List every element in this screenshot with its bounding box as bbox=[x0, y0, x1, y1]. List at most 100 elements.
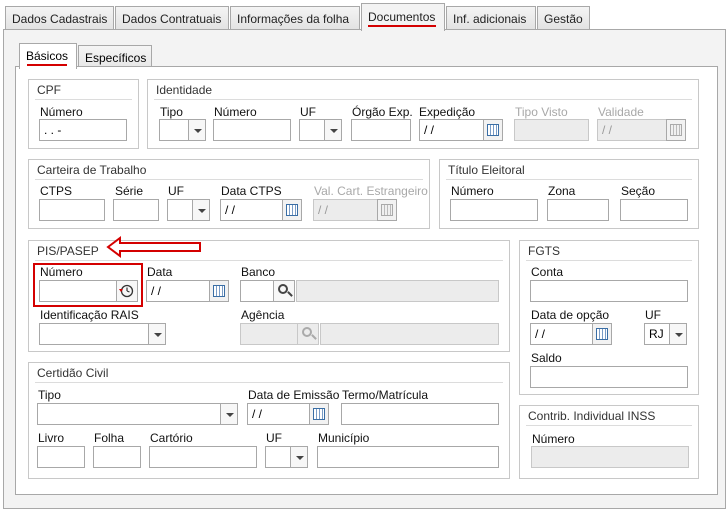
data-ctps-input[interactable]: / / bbox=[220, 199, 283, 221]
tab-inf-adicionais[interactable]: Inf. adicionais bbox=[446, 6, 536, 30]
rais-label: Identificação RAIS bbox=[40, 308, 139, 322]
cpf-numero-input[interactable]: . . - bbox=[39, 119, 127, 141]
identidade-uf-label: UF bbox=[300, 105, 316, 119]
chevron-down-icon[interactable] bbox=[188, 119, 206, 141]
identidade-expedicao-input[interactable]: / / bbox=[419, 119, 484, 141]
fgts-data-opcao-label: Data de opção bbox=[531, 308, 610, 322]
fgts-saldo-label: Saldo bbox=[531, 351, 562, 365]
divider bbox=[35, 179, 423, 180]
calendar-icon[interactable] bbox=[483, 119, 503, 141]
certidao-livro-label: Livro bbox=[38, 431, 65, 445]
chevron-down-icon[interactable] bbox=[220, 403, 238, 425]
certidao-municipio-input[interactable] bbox=[317, 446, 499, 468]
search-icon[interactable] bbox=[297, 323, 319, 345]
divider bbox=[35, 382, 503, 383]
identidade-tipo-visto-input[interactable] bbox=[514, 119, 589, 141]
identidade-validade-input[interactable]: / / bbox=[597, 119, 667, 141]
chevron-down-icon[interactable] bbox=[192, 199, 210, 221]
identidade-tipo-label: Tipo bbox=[160, 105, 183, 119]
group-title: PIS/PASEP bbox=[37, 244, 99, 258]
certidao-termo-input[interactable] bbox=[341, 403, 499, 425]
divider bbox=[35, 99, 132, 100]
group-title: FGTS bbox=[528, 244, 560, 258]
pis-agencia-description bbox=[320, 323, 499, 345]
identidade-numero-label: Número bbox=[214, 105, 257, 119]
tab-label: Dados Contratuais bbox=[122, 12, 222, 26]
certidao-cartorio-label: Cartório bbox=[150, 431, 193, 445]
tab-label: Inf. adicionais bbox=[453, 12, 527, 26]
pis-data-label: Data bbox=[147, 265, 173, 279]
chevron-down-icon[interactable] bbox=[290, 446, 308, 468]
certidao-uf-select[interactable] bbox=[265, 446, 291, 468]
search-icon[interactable] bbox=[273, 280, 295, 302]
certidao-livro-input[interactable] bbox=[37, 446, 85, 468]
pis-data-input[interactable]: / / bbox=[146, 280, 210, 302]
group-title: Certidão Civil bbox=[37, 366, 109, 380]
identidade-orgao-label: Órgão Exp. bbox=[352, 105, 413, 119]
titulo-secao-input[interactable] bbox=[620, 199, 688, 221]
titulo-numero-input[interactable] bbox=[450, 199, 538, 221]
cpf-numero-label: Número bbox=[40, 105, 83, 119]
calendar-icon[interactable] bbox=[209, 280, 229, 302]
titulo-zona-label: Zona bbox=[548, 184, 576, 198]
chevron-down-icon[interactable] bbox=[669, 323, 687, 345]
chevron-down-icon[interactable] bbox=[324, 119, 342, 141]
ctps-label: CTPS bbox=[40, 184, 73, 198]
titulo-zona-input[interactable] bbox=[547, 199, 609, 221]
certidao-folha-label: Folha bbox=[94, 431, 125, 445]
tab-dados-cadastrais[interactable]: Dados Cadastrais bbox=[5, 6, 114, 30]
inss-numero-input[interactable] bbox=[531, 446, 689, 468]
rais-select[interactable] bbox=[39, 323, 149, 345]
group-title: Contrib. Individual INSS bbox=[528, 409, 656, 423]
serie-label: Série bbox=[115, 184, 144, 198]
divider bbox=[35, 260, 503, 261]
identidade-numero-input[interactable] bbox=[213, 119, 291, 141]
calendar-icon[interactable] bbox=[377, 199, 397, 221]
certidao-folha-input[interactable] bbox=[93, 446, 141, 468]
identidade-uf-select[interactable] bbox=[299, 119, 325, 141]
calendar-icon[interactable] bbox=[309, 403, 329, 425]
certidao-data-emissao-label: Data de Emissão bbox=[248, 388, 340, 402]
certidao-cartorio-input[interactable] bbox=[149, 446, 257, 468]
val-cart-estrangeiro-input[interactable]: / / bbox=[313, 199, 378, 221]
data-ctps-label: Data CTPS bbox=[221, 184, 282, 198]
calendar-icon[interactable] bbox=[282, 199, 302, 221]
pis-banco-input[interactable] bbox=[240, 280, 274, 302]
certidao-tipo-select[interactable] bbox=[37, 403, 221, 425]
pis-agencia-input[interactable] bbox=[240, 323, 298, 345]
fgts-saldo-input[interactable] bbox=[530, 366, 688, 388]
active-tab-underline bbox=[368, 25, 436, 27]
group-title: Identidade bbox=[156, 83, 213, 97]
certidao-uf-label: UF bbox=[266, 431, 282, 445]
tab-informacoes-da-folha[interactable]: Informações da folha bbox=[230, 6, 360, 30]
tab-label: Dados Cadastrais bbox=[12, 12, 108, 26]
fgts-conta-input[interactable] bbox=[530, 280, 688, 302]
tab-gestao[interactable]: Gestão bbox=[537, 6, 590, 30]
ctps-input[interactable] bbox=[39, 199, 105, 221]
identidade-validade-label: Validade bbox=[598, 105, 644, 119]
identidade-expedicao-label: Expedição bbox=[419, 105, 476, 119]
certidao-data-emissao-input[interactable]: / / bbox=[247, 403, 310, 425]
annotation-arrow-icon bbox=[106, 236, 201, 258]
calendar-icon[interactable] bbox=[592, 323, 612, 345]
serie-input[interactable] bbox=[113, 199, 159, 221]
fgts-data-opcao-input[interactable]: / / bbox=[530, 323, 593, 345]
divider bbox=[154, 99, 692, 100]
identidade-orgao-input[interactable] bbox=[351, 119, 411, 141]
pis-banco-description bbox=[296, 280, 499, 302]
carteira-uf-select[interactable] bbox=[167, 199, 193, 221]
group-title: CPF bbox=[37, 83, 61, 97]
certidao-termo-label: Termo/Matrícula bbox=[342, 388, 429, 402]
highlight-box bbox=[33, 263, 143, 307]
tab-label: Gestão bbox=[544, 12, 583, 26]
fgts-conta-label: Conta bbox=[531, 265, 564, 279]
carteira-uf-label: UF bbox=[168, 184, 184, 198]
tab-label: Informações da folha bbox=[237, 12, 350, 26]
fgts-uf-select[interactable]: RJ bbox=[644, 323, 670, 345]
tab-dados-contratuais[interactable]: Dados Contratuais bbox=[115, 6, 229, 30]
inss-numero-label: Número bbox=[532, 432, 575, 446]
active-subtab-underline bbox=[27, 64, 67, 66]
chevron-down-icon[interactable] bbox=[148, 323, 166, 345]
calendar-icon[interactable] bbox=[666, 119, 686, 141]
identidade-tipo-select[interactable] bbox=[159, 119, 189, 141]
